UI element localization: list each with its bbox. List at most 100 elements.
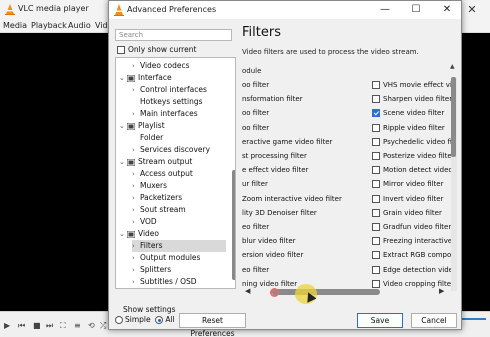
filter-checkbox[interactable]: Grain video filter <box>372 208 452 217</box>
fullscreen-icon[interactable]: ⛶ <box>60 321 66 331</box>
checkbox-box[interactable] <box>372 81 380 89</box>
checkbox-box[interactable] <box>372 109 380 118</box>
checkbox-box[interactable] <box>372 95 380 104</box>
chevron-right-icon[interactable]: › <box>132 264 140 276</box>
simple-radio[interactable] <box>115 316 123 324</box>
filter-checkbox[interactable]: Gradfun video filter <box>372 223 452 231</box>
checkbox-box[interactable] <box>372 180 380 189</box>
tree-scrollbar[interactable] <box>232 170 235 280</box>
checkbox-box[interactable] <box>372 166 380 175</box>
search-input[interactable]: Search <box>115 29 232 41</box>
chevron-right-icon[interactable]: › <box>132 240 140 252</box>
menu-video[interactable]: Vid <box>95 21 108 30</box>
filter-checkbox[interactable]: Scene video filter <box>372 109 452 118</box>
horizontal-scroll-thumb[interactable] <box>272 289 380 295</box>
tree-item[interactable]: › Main interfaces <box>132 108 226 120</box>
chevron-right-icon[interactable]: › <box>132 60 140 72</box>
tree-item[interactable]: Hotkeys settings <box>132 96 226 108</box>
chevron-right-icon[interactable]: › <box>132 204 140 216</box>
tree-item[interactable]: › Subtitles / OSD <box>132 276 226 288</box>
filter-checkbox[interactable]: Invert video filter <box>372 194 452 203</box>
tree-item[interactable]: › Video codecs <box>132 60 226 72</box>
chevron-right-icon[interactable]: › <box>132 144 140 156</box>
tree-item[interactable]: › Services discovery <box>132 144 226 156</box>
save-button[interactable]: Save <box>357 313 403 328</box>
tree-item[interactable]: ⌄ Interface <box>119 72 226 84</box>
tree-item[interactable]: ⌄ Video <box>119 228 226 240</box>
maximize-button[interactable]: ☐ <box>404 1 428 19</box>
scroll-up-arrow-icon[interactable]: ▲ <box>450 63 455 70</box>
filter-checkbox[interactable]: Psychedelic video fi <box>372 137 452 146</box>
preferences-tree[interactable]: › Subtitles / OSD › Splitters › Output module… <box>115 57 236 289</box>
tree-item[interactable]: › Packetizers <box>132 192 226 204</box>
tree-item[interactable]: ⌄ Stream output <box>119 156 226 168</box>
tree-item[interactable]: Folder <box>132 132 226 144</box>
minimize-button[interactable]: — <box>373 1 397 19</box>
dialog-titlebar: Advanced Preferences — ☐ ✕ <box>109 1 461 19</box>
chevron-down-icon[interactable]: ⌄ <box>119 120 127 132</box>
filter-checkbox[interactable]: Extract RGB compo <box>372 251 452 260</box>
chevron-down-icon[interactable]: ⌄ <box>119 228 127 240</box>
filter-checkbox[interactable]: Freezing interactive <box>372 237 452 246</box>
chevron-right-icon[interactable]: › <box>132 108 140 120</box>
chevron-down-icon[interactable]: ⌄ <box>119 156 127 168</box>
shuffle-icon[interactable]: ⤮ <box>100 321 106 331</box>
checkbox-box[interactable] <box>372 223 380 231</box>
chevron-right-icon[interactable]: › <box>132 180 140 192</box>
tree-item[interactable]: › Filters <box>132 240 226 252</box>
close-button[interactable]: ✕ <box>435 1 459 19</box>
tree-item[interactable]: › Splitters <box>132 264 226 276</box>
chevron-right-icon[interactable]: › <box>132 276 140 288</box>
only-show-current-checkbox[interactable]: Only show current <box>117 45 196 54</box>
tree-item[interactable]: › Sout stream <box>132 204 226 216</box>
checkbox-box[interactable] <box>117 46 125 54</box>
chevron-right-icon[interactable]: › <box>132 252 140 264</box>
checkbox-box[interactable] <box>372 152 380 160</box>
tree-item[interactable]: › Control interfaces <box>132 84 226 96</box>
vertical-scroll-thumb[interactable] <box>451 77 456 157</box>
chevron-right-icon[interactable]: › <box>132 216 140 228</box>
checkbox-box[interactable] <box>372 251 380 260</box>
chevron-right-icon[interactable]: › <box>132 84 140 96</box>
checkbox-box[interactable] <box>372 137 380 146</box>
chevron-right-icon[interactable]: › <box>132 168 140 180</box>
filter-checkbox[interactable]: VHS movie effect vi <box>372 81 452 89</box>
menu-media[interactable]: Media <box>3 21 27 30</box>
chevron-down-icon[interactable]: ⌄ <box>119 72 127 84</box>
all-label[interactable]: All <box>165 315 174 324</box>
tree-item[interactable]: › Access output <box>132 168 226 180</box>
simple-label[interactable]: Simple <box>125 315 151 324</box>
extended-settings-icon[interactable]: ≡ <box>74 321 81 330</box>
tree-item[interactable]: › VOD <box>132 216 226 228</box>
checkbox-box[interactable] <box>372 208 380 217</box>
checkbox-box[interactable] <box>372 123 380 132</box>
menu-audio[interactable]: Audio <box>68 21 91 30</box>
vlc-close-button[interactable]: ✕ <box>460 2 484 17</box>
filter-checkbox[interactable]: Motion detect video <box>372 166 452 175</box>
next-icon[interactable]: ⏭ <box>46 321 53 331</box>
reset-preferences-button[interactable]: Reset Preferences <box>179 313 246 337</box>
filter-checkbox[interactable]: Posterize video filte <box>372 152 452 160</box>
filter-checkbox[interactable]: Edge detection vide <box>372 265 452 274</box>
tree-item[interactable]: › Muxers <box>132 180 226 192</box>
loop-icon[interactable]: ⟲ <box>88 321 95 330</box>
menu-playback[interactable]: Playback <box>31 21 67 30</box>
tree-item-label: Splitters <box>140 265 172 274</box>
cancel-button[interactable]: Cancel <box>411 313 457 328</box>
checkbox-box[interactable] <box>372 194 380 203</box>
checkbox-box[interactable] <box>372 237 380 246</box>
chevron-right-icon[interactable]: › <box>132 192 140 204</box>
filter-checkbox[interactable]: Sharpen video filter <box>372 95 452 104</box>
previous-icon[interactable]: ⏮ <box>18 321 25 331</box>
filter-checkbox[interactable]: Mirror video filter <box>372 180 452 189</box>
filter-checkbox[interactable]: Ripple video filter <box>372 123 452 132</box>
play-icon[interactable]: ▶ <box>4 321 10 330</box>
scroll-right-arrow-icon[interactable]: ▶ <box>439 287 444 295</box>
stop-icon[interactable]: ■ <box>33 321 41 330</box>
tree-item[interactable]: ⌄ Playlist <box>119 120 226 132</box>
all-radio[interactable] <box>155 316 164 324</box>
scroll-left-arrow-icon[interactable]: ◀ <box>245 287 250 295</box>
tree-item[interactable]: › Output modules <box>132 252 226 264</box>
checkbox-box[interactable] <box>372 265 380 274</box>
checkbox-box[interactable] <box>372 279 380 288</box>
